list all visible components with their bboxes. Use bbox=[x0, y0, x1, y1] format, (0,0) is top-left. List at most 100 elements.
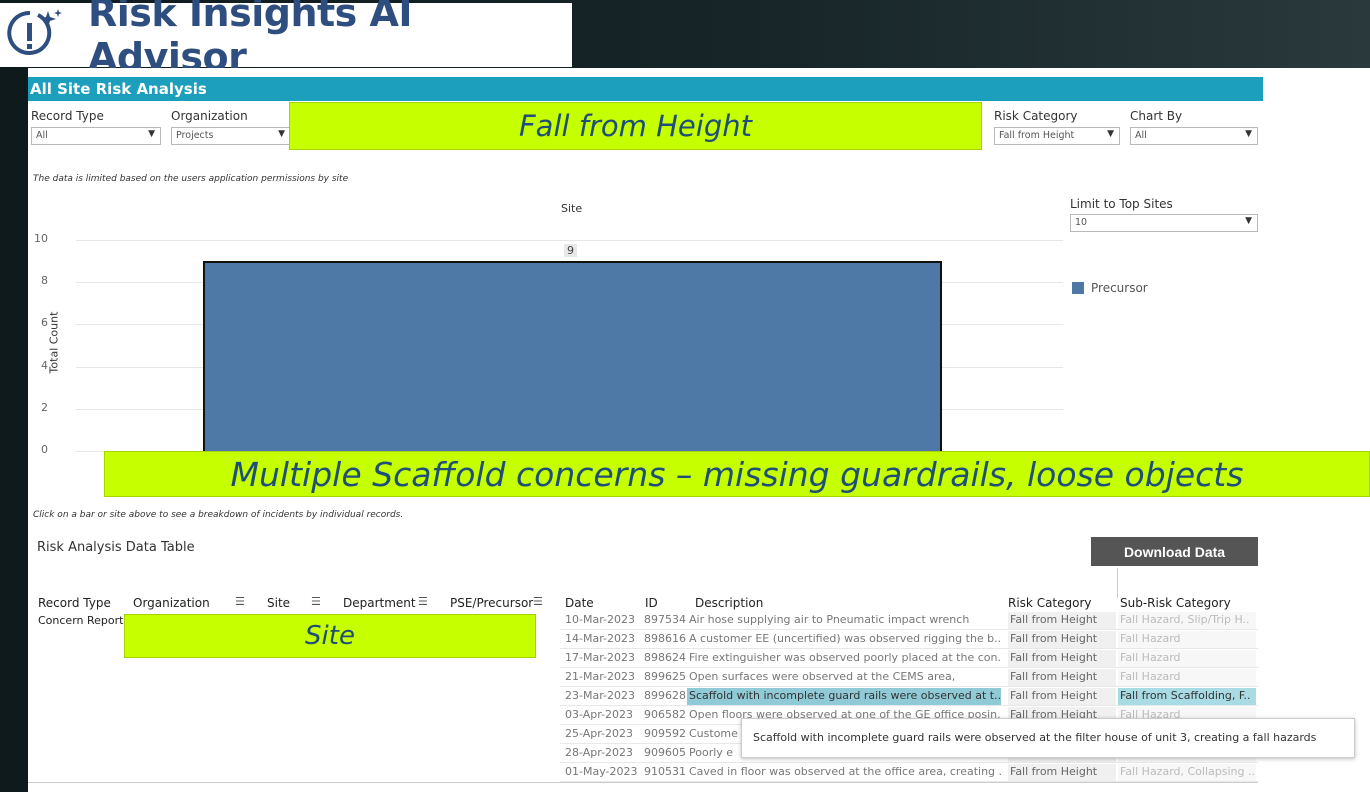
sort-icon[interactable]: ☰ bbox=[533, 595, 543, 608]
callout-risk-category: Fall from Height bbox=[289, 102, 982, 150]
cell-desc[interactable]: A customer EE (uncertified) was observed… bbox=[687, 632, 1001, 645]
cell-sub[interactable]: Fall Hazard bbox=[1118, 669, 1256, 686]
cell-risk[interactable]: Fall from Height bbox=[1008, 764, 1116, 781]
cell-date[interactable]: 21-Mar-2023 bbox=[565, 670, 641, 683]
header-department[interactable]: Department bbox=[343, 596, 416, 610]
table-row[interactable]: 10-Mar-2023 897534 Air hose supplying air … bbox=[560, 611, 1258, 630]
sort-icon[interactable]: ☰ bbox=[418, 595, 428, 608]
cell-id[interactable]: 909605 bbox=[644, 746, 692, 759]
table-bottom-border bbox=[28, 782, 1258, 783]
cell-date[interactable]: 23-Mar-2023 bbox=[565, 689, 641, 702]
limit-top-sites-select[interactable]: 10 ▼ bbox=[1070, 214, 1258, 232]
cell-desc[interactable]: Fire extinguisher was observed poorly pl… bbox=[687, 651, 1001, 664]
chart-by-value: All bbox=[1135, 130, 1147, 141]
header-sub-risk-category[interactable]: Sub-Risk Category bbox=[1120, 596, 1231, 610]
cell-date[interactable]: 01-May-2023 bbox=[565, 765, 641, 778]
chevron-down-icon: ▼ bbox=[1107, 129, 1114, 139]
chevron-down-icon: ▼ bbox=[1245, 216, 1252, 226]
cell-sub[interactable]: Fall from Scaffolding, F.. bbox=[1118, 688, 1256, 705]
header-organization[interactable]: Organization bbox=[133, 596, 210, 610]
cell-date[interactable]: 10-Mar-2023 bbox=[565, 613, 641, 626]
cell-id[interactable]: 897534 bbox=[644, 613, 692, 626]
organization-select[interactable]: Projects ▼ bbox=[171, 127, 291, 145]
download-data-button[interactable]: Download Data bbox=[1091, 537, 1258, 566]
cell-risk[interactable]: Fall from Height bbox=[1008, 612, 1116, 629]
cell-sub[interactable]: Fall Hazard bbox=[1118, 650, 1256, 667]
record-type-select[interactable]: All ▼ bbox=[31, 127, 161, 145]
divider bbox=[1117, 568, 1118, 598]
legend-swatch-precursor bbox=[1072, 282, 1084, 294]
record-type-cell[interactable]: Concern Report bbox=[38, 614, 123, 627]
cell-risk[interactable]: Fall from Height bbox=[1008, 650, 1116, 667]
y-axis-title: Total Count bbox=[47, 311, 61, 374]
y-tick-label: 6 bbox=[41, 316, 48, 330]
cell-id[interactable]: 899625 bbox=[644, 670, 692, 683]
y-tick-label: 0 bbox=[41, 443, 48, 456]
dashboard-panel: All Site Risk Analysis Record Type All ▼… bbox=[28, 68, 1370, 792]
chart-by-select[interactable]: All ▼ bbox=[1130, 127, 1258, 145]
y-tick-label: 2 bbox=[41, 400, 48, 414]
chart-title: Site bbox=[561, 202, 583, 215]
bar-data-label: 9 bbox=[564, 244, 577, 258]
table-row[interactable]: 01-May-2023 910531 Caved in floor was obse… bbox=[560, 763, 1258, 782]
header-description[interactable]: Description bbox=[695, 596, 763, 610]
chevron-down-icon: ▼ bbox=[148, 129, 155, 139]
cell-date[interactable]: 14-Mar-2023 bbox=[565, 632, 641, 645]
chevron-down-icon: ▼ bbox=[278, 129, 285, 139]
cell-desc[interactable]: Scaffold with incomplete guard rails wer… bbox=[687, 688, 1001, 705]
gridline bbox=[76, 240, 1063, 241]
cell-id[interactable]: 910531 bbox=[644, 765, 692, 778]
cell-desc[interactable]: Open surfaces were observed at the CEMS … bbox=[687, 670, 1001, 683]
cell-desc[interactable]: Caved in floor was observed at the offic… bbox=[687, 765, 1001, 778]
cell-id[interactable]: 906582 bbox=[644, 708, 692, 721]
organization-value: Projects bbox=[176, 130, 214, 141]
permissions-note: The data is limited based on the users a… bbox=[33, 174, 349, 184]
header-risk-category[interactable]: Risk Category bbox=[1008, 596, 1092, 610]
dashboard-title: All Site Risk Analysis bbox=[28, 77, 1263, 101]
header-date[interactable]: Date bbox=[565, 596, 594, 610]
cell-sub[interactable]: Fall Hazard bbox=[1118, 631, 1256, 648]
app-logo: Risk Insights AI Advisor bbox=[0, 0, 572, 79]
header-site[interactable]: Site bbox=[267, 596, 290, 610]
table-row[interactable]: 14-Mar-2023 898616 A customer EE (uncertif… bbox=[560, 630, 1258, 649]
cell-date[interactable]: 03-Apr-2023 bbox=[565, 708, 641, 721]
limit-top-sites-value: 10 bbox=[1075, 217, 1088, 228]
insight-alert-icon bbox=[0, 3, 70, 67]
cell-id[interactable]: 899628 bbox=[644, 689, 692, 702]
header-pse-precursor[interactable]: PSE/Precursor bbox=[450, 596, 533, 610]
risk-category-label: Risk Category bbox=[994, 109, 1078, 123]
table-row[interactable]: 17-Mar-2023 898624 Fire extinguisher was o… bbox=[560, 649, 1258, 668]
cell-sub[interactable]: Fall Hazard, Slip/Trip H.. bbox=[1118, 612, 1256, 629]
legend-label-precursor: Precursor bbox=[1091, 281, 1148, 295]
cell-date[interactable]: 17-Mar-2023 bbox=[565, 651, 641, 664]
cell-risk[interactable]: Fall from Height bbox=[1008, 631, 1116, 648]
cell-risk[interactable]: Fall from Height bbox=[1008, 688, 1116, 705]
chevron-down-icon: ▼ bbox=[1245, 129, 1252, 139]
header-record-type[interactable]: Record Type bbox=[38, 596, 111, 610]
limit-top-sites-label: Limit to Top Sites bbox=[1070, 197, 1173, 211]
cell-id[interactable]: 898624 bbox=[644, 651, 692, 664]
table-title: Risk Analysis Data Table bbox=[37, 540, 195, 555]
header-id[interactable]: ID bbox=[645, 596, 658, 610]
sort-icon[interactable]: ☰ bbox=[235, 595, 245, 608]
risk-category-value: Fall from Height bbox=[999, 130, 1075, 141]
y-tick-label: 4 bbox=[41, 358, 48, 372]
table-row[interactable]: 21-Mar-2023 899625 Open surfaces were obse… bbox=[560, 668, 1258, 687]
cell-id[interactable]: 909592 bbox=[644, 727, 692, 740]
cell-date[interactable]: 25-Apr-2023 bbox=[565, 727, 641, 740]
y-tick-label: 10 bbox=[34, 232, 48, 245]
sort-icon[interactable]: ☰ bbox=[311, 595, 321, 608]
cell-risk[interactable]: Fall from Height bbox=[1008, 669, 1116, 686]
callout-scaffold-concerns: Multiple Scaffold concerns – missing gua… bbox=[104, 451, 1370, 497]
cell-id[interactable]: 898616 bbox=[644, 632, 692, 645]
chart-by-label: Chart By bbox=[1130, 109, 1183, 123]
description-tooltip: Scaffold with incomplete guard rails wer… bbox=[741, 718, 1355, 758]
cell-date[interactable]: 28-Apr-2023 bbox=[565, 746, 641, 759]
cell-desc[interactable]: Air hose supplying air to Pneumatic impa… bbox=[687, 613, 1001, 626]
bar-precursor[interactable] bbox=[203, 261, 942, 471]
risk-category-select[interactable]: Fall from Height ▼ bbox=[994, 127, 1120, 145]
record-type-label: Record Type bbox=[31, 109, 104, 123]
table-row[interactable]: 23-Mar-2023 899628 Scaffold with incomplet… bbox=[560, 687, 1258, 706]
cell-sub[interactable]: Fall Hazard, Collapsing .. bbox=[1118, 764, 1256, 781]
click-hint-note: Click on a bar or site above to see a br… bbox=[33, 510, 404, 520]
